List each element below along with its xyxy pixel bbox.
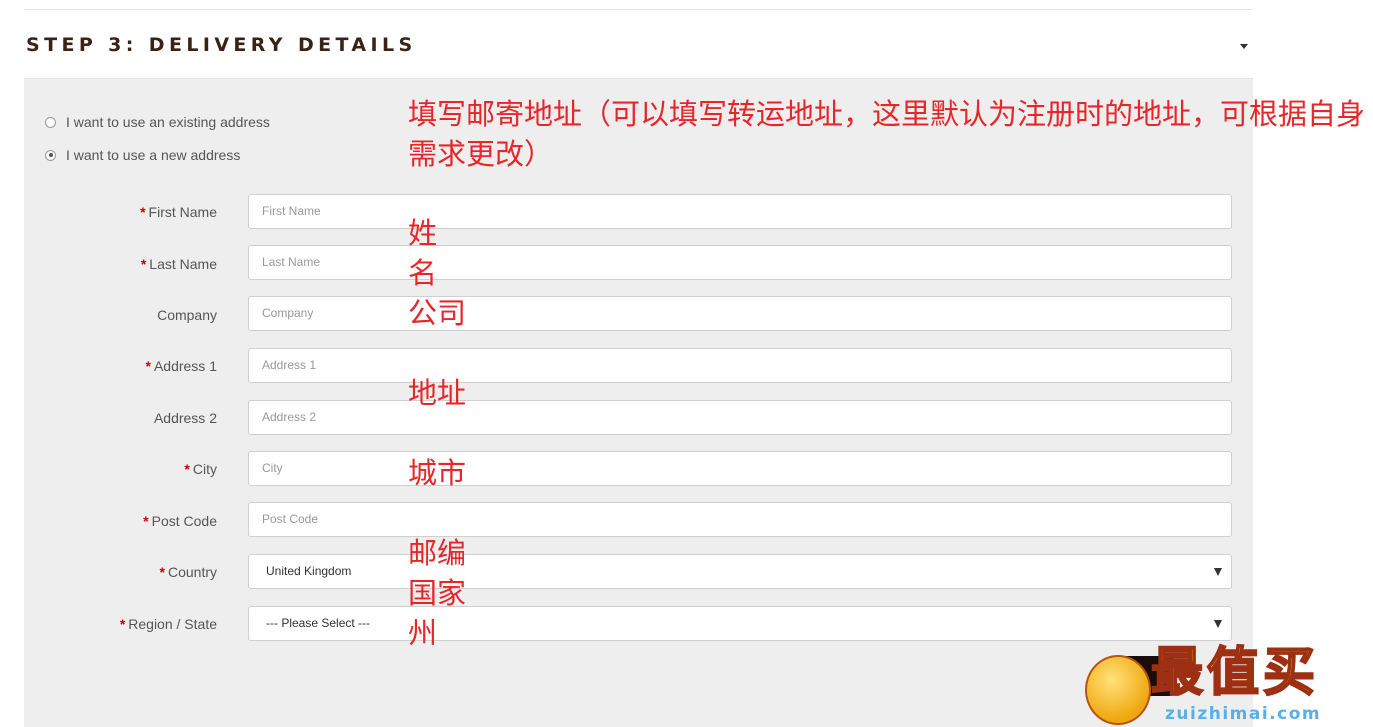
region-label: * Region / State [119,616,217,632]
existing-address-radio[interactable] [45,116,56,128]
step-header[interactable]: STEP 3: DELIVERY DETAILS [24,10,1253,79]
step-title: STEP 3: DELIVERY DETAILS [26,34,417,56]
annotation-last-name: 名 [408,256,438,290]
caret-down-icon[interactable] [1240,44,1248,49]
watermark-logo: 最值买 zuizhimai.com [1085,642,1370,727]
address-2-input[interactable]: Address 2 [248,400,1232,435]
chili-mascot-icon [1085,655,1151,725]
country-select[interactable]: United Kingdom [248,554,1232,589]
city-input[interactable]: City [248,451,1232,486]
dropdown-arrow-icon [1214,620,1222,628]
annotation-company: 公司 [408,296,467,330]
post-code-input[interactable]: Post Code [248,502,1232,537]
required-asterisk: * [159,564,165,580]
required-asterisk: * [140,256,147,272]
dropdown-arrow-icon [1214,568,1222,576]
required-asterisk: * [140,204,146,220]
watermark-title: 最值买 [1150,642,1320,704]
required-asterisk: * [143,513,149,529]
required-asterisk: * [145,358,151,374]
region-select-value: --- Please Select --- [266,616,371,630]
company-label: Company [157,307,217,323]
required-asterisk: * [119,616,126,632]
first-name-label: * First Name [140,204,217,220]
annotation-country: 国家 [408,576,467,610]
required-asterisk: * [184,461,190,477]
annotation-region: 州 [408,616,438,650]
region-select[interactable]: --- Please Select --- [248,606,1232,641]
first-name-input[interactable]: First Name [248,194,1232,229]
watermark-url: zuizhimai.com [1165,704,1322,724]
country-select-value: United Kingdom [266,564,352,578]
new-address-option[interactable]: I want to use a new address [45,147,240,163]
address-1-input[interactable]: Address 1 [248,348,1232,383]
post-code-label: * Post Code [143,513,217,529]
new-address-radio[interactable] [45,149,56,161]
country-label: * Country [159,564,217,580]
existing-address-label: I want to use an existing address [66,114,270,130]
annotation-main: 填写邮寄地址（可以填写转运地址，这里默认为注册时的地址，可根据自身需求更改） [408,97,1366,171]
annotation-address: 地址 [408,376,467,410]
last-name-input[interactable]: Last Name [248,245,1232,280]
new-address-label: I want to use a new address [66,147,241,163]
address-2-label: Address 2 [153,410,217,426]
address-1-label: * Address 1 [145,358,218,374]
annotation-post-code: 邮编 [408,536,467,570]
existing-address-option[interactable]: I want to use an existing address [45,114,270,130]
delivery-details-panel: I want to use an existing address I want… [24,79,1253,727]
last-name-label: * Last Name [140,256,217,272]
annotation-city: 城市 [408,456,467,490]
annotation-first-name: 姓 [408,216,438,250]
company-input[interactable]: Company [248,296,1232,331]
city-label: * City [184,461,217,477]
